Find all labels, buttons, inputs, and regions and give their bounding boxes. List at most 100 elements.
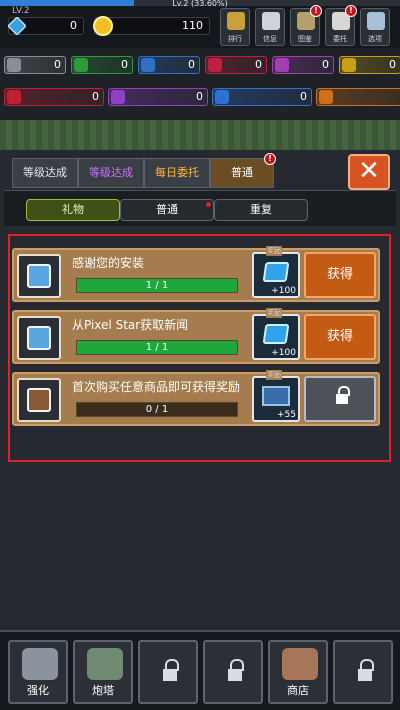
resource-counter: 0 [4, 88, 104, 106]
mission-title: 从Pixel Star获取新闻 [72, 318, 189, 332]
menu-button-5[interactable]: 选项 [360, 8, 390, 46]
tab-4[interactable]: 普通! [210, 153, 276, 188]
top-menu: 排行 信息 图鉴! 委托! 选项 [220, 5, 390, 46]
resource-counter: 0 [212, 88, 312, 106]
nav-label: 强化 [27, 684, 49, 697]
progress-text: 1 / 1 [145, 342, 169, 353]
claim-button[interactable]: 获得 [304, 252, 376, 298]
mission-title: 感谢您的安装 [72, 256, 145, 270]
gift-box-star-icon [27, 264, 51, 288]
menu-button-label: 委托 [333, 35, 347, 43]
subtab-label: 重复 [250, 203, 272, 216]
menu-button-label: 图鉴 [298, 35, 312, 43]
resource-value: 0 [121, 58, 128, 71]
tab-label: 等级达成 [23, 166, 67, 179]
diamond-icon [262, 324, 290, 344]
subtab-repeat[interactable]: 重复 [214, 199, 308, 221]
subtab-bar: 礼物 普通 重复 [4, 190, 396, 226]
subtab-gift[interactable]: 礼物 [26, 199, 120, 221]
nav-label: 商店 [287, 684, 309, 697]
resource-counter: 0 [339, 56, 400, 74]
close-button[interactable]: ✕ [348, 154, 390, 190]
mission-icon-frame [17, 254, 61, 298]
reward-slot: 奖励 +100 [252, 308, 300, 360]
gift-box-icon [27, 326, 51, 350]
mission-item: 从Pixel Star获取新闻 1 / 1 奖励 +100 获得 [12, 308, 380, 364]
alert-badge: ! [310, 5, 322, 17]
diamond-icon [7, 16, 27, 36]
tab-2[interactable]: 等级达成 [78, 158, 144, 188]
menu-button-label: 选项 [368, 35, 382, 43]
coin-counter: 110 [93, 16, 210, 36]
turret-icon [87, 648, 123, 680]
mission-progress: 1 / 1 [76, 340, 238, 355]
reward-amount: +55 [277, 410, 296, 420]
tab-3[interactable]: 每日委托 [144, 158, 210, 188]
reward-label: 奖励 [266, 308, 282, 318]
reward-amount: +100 [271, 348, 296, 358]
purple-gem-icon [275, 58, 289, 72]
lock-icon [358, 659, 374, 682]
reward-amount: +100 [271, 286, 296, 296]
mission-icon-frame [17, 378, 61, 422]
nav-locked-slot [333, 640, 393, 704]
red-crystal-icon [7, 90, 21, 104]
mission-item: 首次购买任意商品即可获得奖励 0 / 1 奖励 +55 [12, 370, 380, 426]
menu-button-1[interactable]: 排行 [220, 8, 250, 46]
mission-progress: 0 / 1 [76, 402, 238, 417]
blue-gem-icon [141, 58, 155, 72]
resource-panel: 0000000000 [0, 48, 400, 120]
resource-counter: 0 [272, 56, 334, 74]
reward-slot: 奖励 +100 [252, 246, 300, 298]
menu-button-3[interactable]: 图鉴! [290, 5, 322, 46]
gray-gem-icon [7, 58, 21, 72]
tab-bar: 等级达成 等级达成 每日委托 普通! [12, 153, 276, 188]
tab-1[interactable]: 等级达成 [12, 158, 78, 188]
yellow-gem-icon [342, 58, 356, 72]
subtab-label: 普通 [156, 203, 178, 216]
red-gem-icon [208, 58, 222, 72]
resource-value: 0 [188, 58, 195, 71]
gem-counter: 0 [7, 16, 84, 36]
alert-badge: ! [345, 5, 357, 17]
mission-title: 首次购买任意商品即可获得奖励 [72, 380, 241, 394]
claim-button[interactable]: 获得 [304, 314, 376, 360]
blue-crystal-icon [215, 90, 229, 104]
tab-label: 普通 [231, 166, 253, 179]
subtab-label: 礼物 [62, 203, 84, 216]
reward-slot: 奖励 +55 [252, 370, 300, 422]
money-bag-icon [282, 648, 318, 680]
nav-button-2[interactable]: 炮塔 [73, 640, 133, 704]
resource-value: 0 [92, 90, 99, 103]
trophy-icon [227, 12, 245, 30]
xp-text: Lv.2 (33.60%) [172, 0, 228, 8]
bottom-nav: 强化 炮塔 商店 [0, 630, 400, 710]
nav-locked-slot [203, 640, 263, 704]
nav-button-1[interactable]: 强化 [8, 640, 68, 704]
subtab-normal[interactable]: 普通 [120, 199, 214, 221]
reward-label: 奖励 [266, 370, 282, 380]
chest-icon [262, 386, 290, 406]
menu-button-2[interactable]: 信息 [255, 8, 285, 46]
resource-counter: 0 [108, 88, 208, 106]
mission-progress: 1 / 1 [76, 278, 238, 293]
nav-button-5[interactable]: 商店 [268, 640, 328, 704]
menu-button-label: 排行 [228, 35, 242, 43]
xp-bar: Lv.2 (33.60%) [0, 0, 400, 8]
resource-value: 0 [196, 90, 203, 103]
lock-icon [163, 659, 179, 682]
coin-icon [93, 16, 113, 36]
top-bar: Lv.2 (33.60%) LV.2 0 110 排行 信息 图鉴! 委托! 选项 [0, 0, 400, 48]
resource-value: 0 [300, 90, 307, 103]
lock-icon [228, 659, 244, 682]
gear-icon [367, 12, 385, 30]
resource-counter: 0 [205, 56, 267, 74]
nav-label: 炮塔 [92, 684, 114, 697]
menu-button-4[interactable]: 委托! [325, 5, 357, 46]
resource-counter: 0 [316, 88, 400, 106]
gem-value: 0 [70, 19, 77, 32]
nav-locked-slot [138, 640, 198, 704]
info-card-icon [262, 12, 280, 30]
green-gem-icon [74, 58, 88, 72]
wrench-icon [22, 648, 58, 680]
